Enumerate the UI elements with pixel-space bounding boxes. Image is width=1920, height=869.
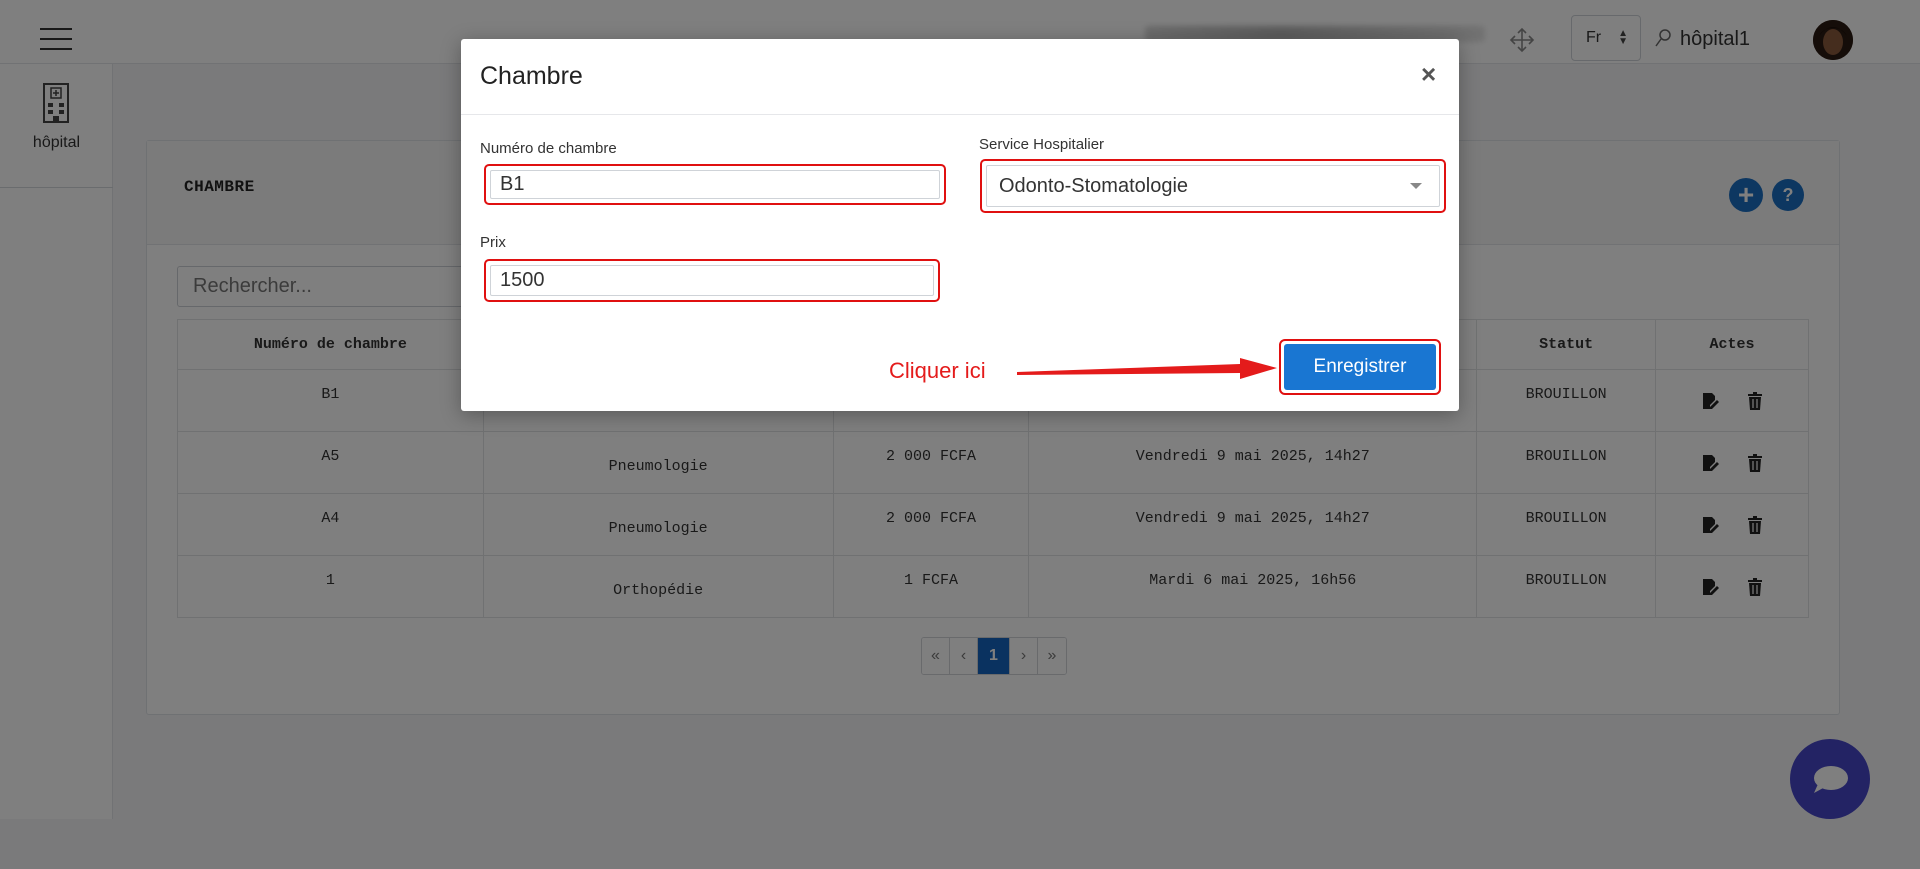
service-select-value[interactable]: Odonto-Stomatologie: [986, 165, 1440, 207]
modal-header: Chambre ×: [461, 39, 1459, 115]
close-icon[interactable]: ×: [1421, 59, 1436, 90]
numero-label: Numéro de chambre: [480, 140, 617, 157]
service-select[interactable]: Odonto-Stomatologie: [980, 159, 1446, 213]
numero-input-value[interactable]: B1: [490, 170, 940, 199]
numero-field[interactable]: B1: [484, 164, 946, 205]
annotation-hint: Cliquer ici: [889, 358, 986, 383]
service-label: Service Hospitalier: [979, 136, 1105, 153]
modal-title: Chambre: [480, 62, 583, 90]
prix-label: Prix: [480, 234, 506, 251]
prix-input-value[interactable]: 1500: [490, 265, 934, 296]
annotation-arrow-icon: [1017, 358, 1277, 379]
prix-field[interactable]: 1500: [484, 259, 940, 302]
chevron-down-icon: [1410, 183, 1422, 189]
save-button[interactable]: Enregistrer: [1284, 344, 1436, 390]
